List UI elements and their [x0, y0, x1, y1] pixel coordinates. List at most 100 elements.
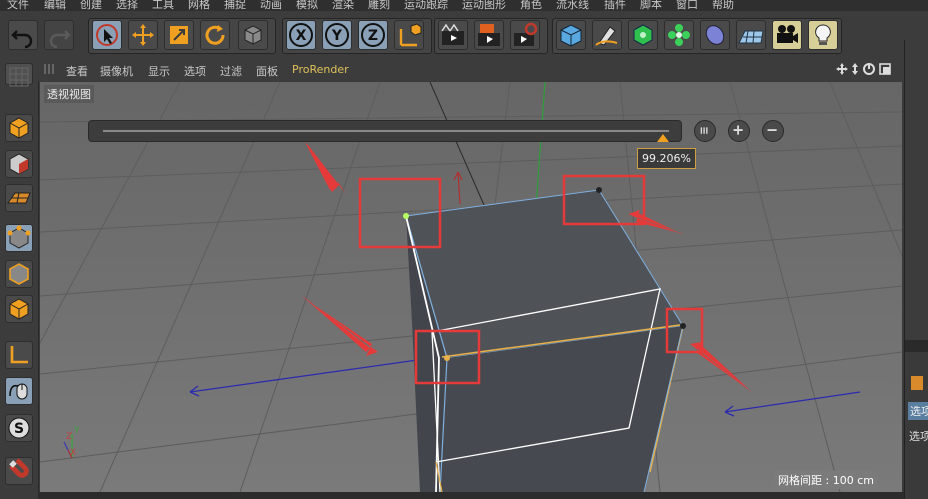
viewport-nav-icons — [836, 63, 891, 75]
rotate-tool-button[interactable] — [200, 20, 230, 50]
undo-button[interactable] — [8, 20, 38, 50]
svg-text:Z: Z — [368, 28, 378, 44]
y-axis-lock-icon: Y — [325, 23, 349, 47]
tweak-mode-button[interactable] — [5, 377, 33, 405]
viewport-scene — [40, 82, 902, 492]
redo-button[interactable] — [44, 20, 74, 50]
recent-tool-icon — [244, 25, 262, 45]
menu-sculpt[interactable]: 雕刻 — [368, 0, 390, 11]
subdivision-icon — [633, 24, 653, 46]
move-tool-button[interactable] — [128, 20, 158, 50]
polygons-mode-icon — [9, 298, 29, 320]
menu-snap[interactable]: 捕捉 — [224, 0, 246, 11]
make-editable-button[interactable] — [5, 63, 33, 87]
light-button[interactable] — [808, 20, 838, 50]
render-settings-icon — [514, 22, 538, 46]
viewport-menu-cameras[interactable]: 摄像机 — [100, 63, 133, 79]
menu-pipeline[interactable]: 流水线 — [556, 0, 589, 11]
cube-point[interactable] — [680, 323, 686, 329]
view-slider-track[interactable] — [88, 120, 682, 142]
recent-tool-button[interactable] — [238, 20, 268, 50]
viewport-menu-view[interactable]: 查看 — [66, 63, 88, 79]
axis-label-z: Z — [66, 432, 73, 442]
right-panel-divider — [905, 340, 928, 352]
viewport-menu-options[interactable]: 选项 — [184, 63, 206, 79]
cloner-icon — [668, 24, 690, 46]
cube-point[interactable] — [444, 355, 450, 361]
coordinate-system-button[interactable] — [394, 20, 424, 50]
cloner-button[interactable] — [664, 20, 694, 50]
viewport-menu-prorender[interactable]: ProRender — [292, 63, 349, 76]
render-settings-button[interactable] — [510, 20, 540, 50]
menu-edit[interactable]: 编辑 — [44, 0, 66, 11]
live-select-button[interactable] — [92, 20, 122, 50]
menu-motion-tracker[interactable]: 运动跟踪 — [404, 0, 448, 11]
menu-window[interactable]: 窗口 — [676, 0, 698, 11]
svg-text:S: S — [14, 421, 24, 437]
menu-simulate[interactable]: 模拟 — [296, 0, 318, 11]
viewport-grip-icon — [44, 64, 54, 74]
subdivision-surface-button[interactable] — [628, 20, 658, 50]
attributes-icon[interactable] — [911, 376, 923, 390]
zoom-in-button[interactable] — [728, 120, 750, 142]
edges-mode-button[interactable] — [5, 260, 33, 288]
menu-help[interactable]: 帮助 — [712, 0, 734, 11]
render-view-button[interactable] — [438, 20, 468, 50]
attributes-tab[interactable]: 选项 — [908, 402, 928, 420]
menu-animate[interactable]: 动画 — [260, 0, 282, 11]
timeline-strip — [38, 492, 904, 499]
light-icon — [815, 24, 831, 45]
attributes-tab-2[interactable]: 选项 — [909, 428, 928, 444]
view-slider-handle[interactable] — [657, 134, 669, 142]
selected-point[interactable] — [403, 213, 409, 219]
pause-button[interactable] — [694, 120, 716, 142]
camera-button[interactable] — [772, 20, 802, 50]
z-axis-lock-button[interactable]: Z — [358, 20, 388, 50]
points-mode-button[interactable] — [5, 224, 33, 252]
scale-tool-button[interactable] — [164, 20, 194, 50]
pen-tool-button[interactable] — [592, 20, 622, 50]
toggle-view-icon[interactable] — [879, 63, 891, 75]
menu-script[interactable]: 脚本 — [640, 0, 662, 11]
zoom-view-icon[interactable] — [852, 63, 858, 75]
axis-label-x: X — [70, 448, 77, 458]
svg-text:Y: Y — [331, 28, 343, 44]
rotate-view-icon[interactable] — [863, 63, 875, 75]
render-to-picture-viewer-button[interactable] — [474, 20, 504, 50]
perspective-viewport[interactable]: 透视视图 99.206% Y Z X 网格间距 : 100 cm — [40, 82, 902, 492]
viewport-menu-panel[interactable]: 面板 — [256, 63, 278, 79]
cube-icon — [560, 24, 582, 47]
menu-render[interactable]: 渲染 — [332, 0, 354, 11]
viewport-menu-filter[interactable]: 过滤 — [220, 63, 242, 79]
svg-text:X: X — [296, 28, 307, 44]
move-view-icon[interactable] — [836, 63, 848, 75]
texture-mode-button[interactable] — [5, 150, 33, 178]
cube-point[interactable] — [596, 187, 602, 193]
z-axis-lock-icon: Z — [361, 23, 385, 47]
model-mode-button[interactable] — [5, 114, 33, 142]
polygons-mode-button[interactable] — [5, 295, 33, 323]
menu-file[interactable]: 文件 — [7, 0, 29, 11]
menu-plugins[interactable]: 插件 — [604, 0, 626, 11]
snap-button[interactable]: S — [5, 414, 33, 442]
menu-character[interactable]: 角色 — [520, 0, 542, 11]
menu-select[interactable]: 选择 — [116, 0, 138, 11]
menu-mograph[interactable]: 运动图形 — [462, 0, 506, 11]
deformer-button[interactable] — [700, 20, 730, 50]
menu-mesh[interactable]: 网格 — [188, 0, 210, 11]
live-select-icon — [96, 24, 118, 46]
grid-spacing-label: 网格间距 : 100 cm — [774, 471, 878, 489]
viewport-menu-bar: 查看 摄像机 显示 选项 过滤 面板 ProRender — [38, 57, 904, 81]
workplane-button[interactable] — [5, 184, 33, 212]
zoom-out-button[interactable] — [762, 120, 784, 142]
axis-mode-button[interactable] — [5, 341, 33, 369]
x-axis-lock-button[interactable]: X — [286, 20, 316, 50]
floor-button[interactable] — [736, 20, 766, 50]
viewport-menu-display[interactable]: 显示 — [148, 63, 170, 79]
menu-tools[interactable]: 工具 — [152, 0, 174, 11]
plus-icon — [733, 125, 743, 135]
menu-create[interactable]: 创建 — [80, 0, 102, 11]
y-axis-lock-button[interactable]: Y — [322, 20, 352, 50]
cube-object-button[interactable] — [556, 20, 586, 50]
magnet-button[interactable] — [5, 457, 33, 485]
